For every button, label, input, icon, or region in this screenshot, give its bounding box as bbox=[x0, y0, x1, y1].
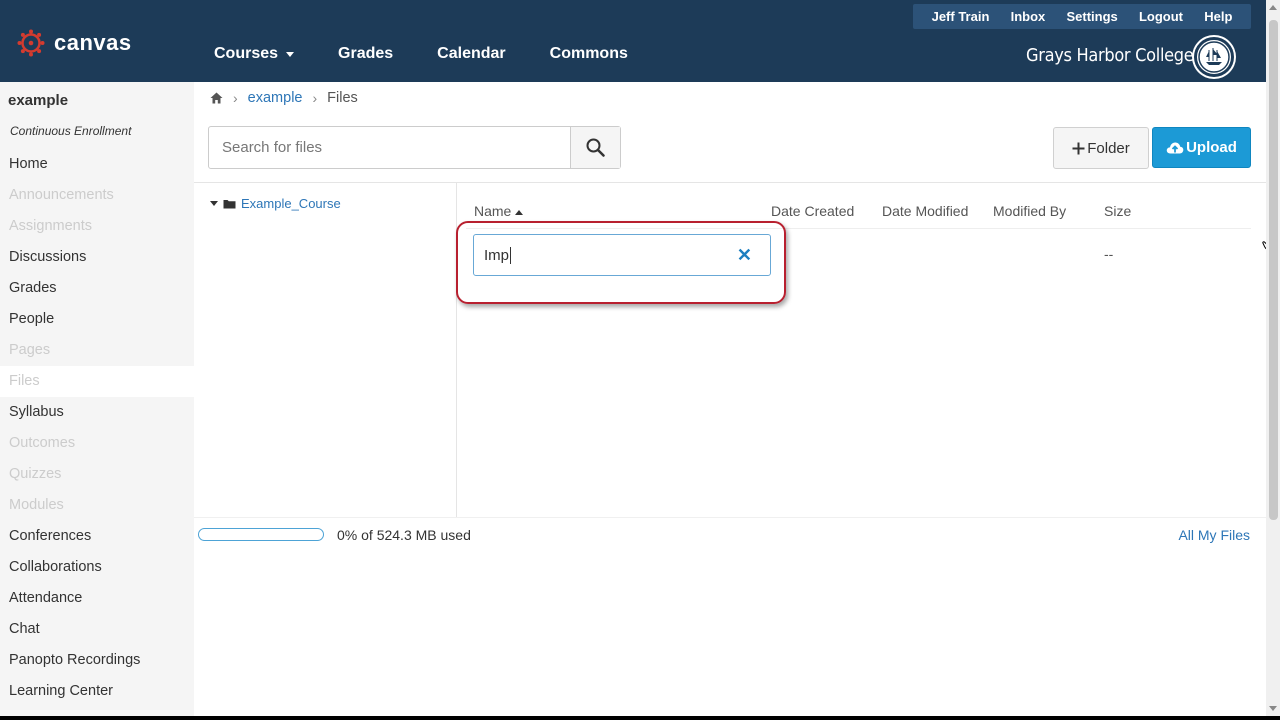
folder-tree-label: Example_Course bbox=[241, 196, 341, 211]
canvas-logo-icon bbox=[17, 29, 45, 57]
cloud-upload-icon bbox=[1166, 141, 1184, 153]
column-name-label: Name bbox=[474, 203, 512, 219]
divider bbox=[194, 182, 1266, 183]
storage-quota-text: 0% of 524.3 MB used bbox=[337, 527, 471, 543]
scroll-thumb[interactable] bbox=[1269, 20, 1278, 520]
course-sidebar: example Continuous Enrollment Home Announ… bbox=[0, 82, 194, 716]
college-seal-icon bbox=[1194, 37, 1234, 77]
nav-courses-label: Courses bbox=[214, 45, 279, 62]
nav-grades[interactable]: Grades bbox=[338, 45, 393, 63]
sidebar-item-conferences[interactable]: Conferences bbox=[0, 521, 194, 552]
breadcrumb-course[interactable]: example bbox=[248, 90, 303, 106]
sidebar-item-home[interactable]: Home bbox=[0, 149, 194, 180]
college-name: Grays Harbor College bbox=[1026, 45, 1194, 66]
sidebar-item-pages[interactable]: Pages bbox=[0, 335, 194, 366]
sort-asc-icon bbox=[515, 209, 524, 215]
sidebar-item-collaborations[interactable]: Collaborations bbox=[0, 552, 194, 583]
file-search bbox=[208, 126, 621, 169]
column-name-header[interactable]: Name bbox=[474, 203, 524, 219]
course-term: Continuous Enrollment bbox=[10, 124, 132, 138]
expand-caret-icon[interactable] bbox=[210, 201, 218, 206]
search-button[interactable] bbox=[570, 127, 620, 168]
chevron-down-icon bbox=[286, 51, 295, 57]
sidebar-item-grades[interactable]: Grades bbox=[0, 273, 194, 304]
breadcrumb: › example › Files bbox=[210, 90, 358, 106]
add-folder-button[interactable]: Folder bbox=[1053, 127, 1149, 169]
sidebar-item-outcomes[interactable]: Outcomes bbox=[0, 428, 194, 459]
top-nav: Courses Grades Calendar Commons bbox=[214, 45, 672, 63]
new-folder-size: -- bbox=[1104, 246, 1114, 262]
sidebar-item-chat[interactable]: Chat bbox=[0, 614, 194, 645]
text-cursor bbox=[510, 246, 512, 264]
folder-tree-item[interactable]: Example_Course bbox=[210, 196, 341, 211]
sidebar-item-discussions[interactable]: Discussions bbox=[0, 242, 194, 273]
page-scrollbar[interactable] bbox=[1266, 0, 1280, 716]
chevron-right-icon: › bbox=[233, 90, 238, 106]
breadcrumb-current: Files bbox=[327, 90, 358, 106]
sidebar-item-assignments[interactable]: Assignments bbox=[0, 211, 194, 242]
column-date-created[interactable]: Date Created bbox=[771, 203, 854, 219]
new-folder-name-field[interactable]: Imp ✕ bbox=[473, 234, 771, 276]
util-logout[interactable]: Logout bbox=[1139, 9, 1183, 24]
global-header: canvas Courses Grades Calendar Commons J… bbox=[0, 0, 1266, 82]
sidebar-item-attendance[interactable]: Attendance bbox=[0, 583, 194, 614]
sidebar-item-quizzes[interactable]: Quizzes bbox=[0, 459, 194, 490]
folder-icon bbox=[223, 199, 236, 208]
sidebar-item-panopto-recordings[interactable]: Panopto Recordings bbox=[0, 645, 194, 676]
sidebar-item-people[interactable]: People bbox=[0, 304, 194, 335]
logo-text: canvas bbox=[54, 30, 132, 55]
add-folder-label: Folder bbox=[1087, 139, 1130, 157]
sidebar-item-modules[interactable]: Modules bbox=[0, 490, 194, 521]
home-icon[interactable] bbox=[210, 92, 223, 104]
chevron-right-icon: › bbox=[312, 90, 318, 106]
ship-icon bbox=[1198, 41, 1230, 73]
upload-label: Upload bbox=[1186, 139, 1237, 156]
column-size[interactable]: Size bbox=[1104, 203, 1131, 219]
util-profile[interactable]: Jeff Train bbox=[932, 9, 990, 24]
upload-button[interactable]: Upload bbox=[1152, 127, 1251, 168]
column-modified-by[interactable]: Modified By bbox=[993, 203, 1066, 219]
plus-icon bbox=[1072, 142, 1085, 154]
nav-calendar[interactable]: Calendar bbox=[437, 45, 505, 63]
util-settings[interactable]: Settings bbox=[1066, 9, 1117, 24]
new-folder-name-value: Imp bbox=[484, 246, 510, 264]
utility-bar: Jeff Train Inbox Settings Logout Help bbox=[913, 4, 1251, 29]
sidebar-item-learning-center[interactable]: Learning Center bbox=[0, 676, 194, 707]
sidebar-item-files[interactable]: Files bbox=[0, 366, 194, 397]
nav-commons[interactable]: Commons bbox=[550, 45, 628, 63]
course-title[interactable]: example bbox=[8, 92, 68, 109]
divider bbox=[194, 517, 1266, 518]
search-input[interactable] bbox=[209, 127, 570, 168]
canvas-logo[interactable]: canvas bbox=[16, 28, 132, 58]
util-inbox[interactable]: Inbox bbox=[1011, 9, 1046, 24]
close-icon[interactable]: ✕ bbox=[737, 245, 752, 265]
all-my-files-link[interactable]: All My Files bbox=[1178, 527, 1250, 543]
sidebar-item-syllabus[interactable]: Syllabus bbox=[0, 397, 194, 428]
nav-courses[interactable]: Courses bbox=[214, 45, 295, 63]
util-help[interactable]: Help bbox=[1204, 9, 1232, 24]
storage-quota-bar bbox=[198, 528, 324, 541]
files-main: › example › Files Folder Upload bbox=[194, 82, 1275, 716]
column-date-modified[interactable]: Date Modified bbox=[882, 203, 968, 219]
search-icon bbox=[586, 138, 605, 157]
scroll-down-icon[interactable] bbox=[1269, 706, 1277, 711]
course-nav: Home Announcements Assignments Discussions G… bbox=[0, 149, 194, 707]
sidebar-item-announcements[interactable]: Announcements bbox=[0, 180, 194, 211]
scroll-up-icon[interactable] bbox=[1269, 5, 1277, 10]
